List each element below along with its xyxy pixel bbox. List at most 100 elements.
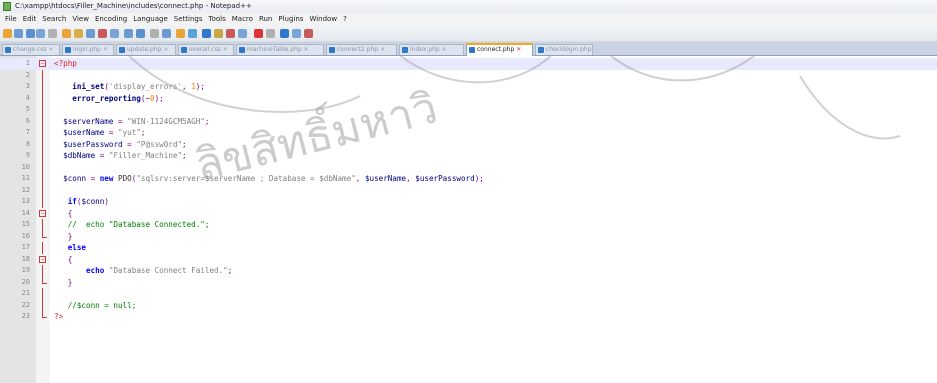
redo-icon[interactable] bbox=[136, 29, 145, 38]
close-icon[interactable] bbox=[48, 29, 57, 38]
file-icon bbox=[181, 47, 187, 53]
code-token: $userPassword bbox=[63, 139, 123, 149]
code-line[interactable]: 16 } bbox=[0, 230, 937, 243]
tab-login-php[interactable]: login.php ✕ bbox=[62, 44, 114, 55]
paste-icon[interactable] bbox=[110, 29, 119, 38]
menu-plugins[interactable]: Plugins bbox=[275, 13, 306, 26]
cut-icon[interactable] bbox=[86, 29, 95, 38]
save-icon[interactable] bbox=[26, 29, 35, 38]
tab-update-php[interactable]: update.php ✕ bbox=[116, 44, 176, 55]
open-file-icon[interactable] bbox=[14, 29, 23, 38]
code-text: { bbox=[54, 254, 73, 266]
close-all-icon[interactable] bbox=[62, 29, 71, 38]
line-number: 5 bbox=[25, 105, 30, 113]
code-line[interactable]: 10 bbox=[0, 161, 937, 173]
menu-macro[interactable]: Macro bbox=[229, 13, 256, 26]
code-token: { bbox=[67, 208, 73, 218]
all-chars-icon[interactable] bbox=[238, 29, 247, 38]
tab-connect-php[interactable]: connect.php ✕ bbox=[466, 43, 533, 56]
tab-machinetable-php[interactable]: machineTable.php ✕ bbox=[236, 44, 324, 55]
fold-line-marker bbox=[42, 127, 43, 139]
fold-line-marker bbox=[42, 265, 43, 277]
line-number: 9 bbox=[25, 151, 30, 159]
print-icon[interactable] bbox=[74, 29, 83, 38]
lang-icon[interactable] bbox=[266, 29, 275, 38]
line-number: 8 bbox=[25, 139, 30, 148]
save-all-icon[interactable] bbox=[36, 29, 45, 38]
fold-line-marker bbox=[42, 299, 43, 311]
menu-view[interactable]: View bbox=[69, 13, 92, 26]
code-line[interactable]: 18 − { bbox=[0, 254, 937, 266]
tab-overall-css[interactable]: overall.css ✕ bbox=[178, 44, 234, 55]
close-icon[interactable]: ✕ bbox=[380, 45, 385, 55]
menu-run[interactable]: Run bbox=[256, 13, 275, 26]
code-line[interactable]: 13 if($conn) bbox=[0, 196, 937, 208]
code-line[interactable]: 14 − { bbox=[0, 208, 937, 220]
replace-icon[interactable] bbox=[162, 29, 171, 38]
close-icon[interactable]: ✕ bbox=[442, 45, 447, 55]
tab-connect2-php[interactable]: connect2.php ✕ bbox=[326, 44, 397, 55]
code-line[interactable]: 11 $conn = new PDO("sqlsrv:server=$serve… bbox=[0, 173, 937, 185]
line-number: 15 bbox=[21, 220, 30, 228]
menu-settings[interactable]: Settings bbox=[171, 13, 206, 26]
code-line[interactable]: 22 //$conn = null; bbox=[0, 299, 937, 311]
code-line[interactable]: 2 bbox=[0, 69, 937, 81]
wrap-icon[interactable] bbox=[226, 29, 235, 38]
close-icon[interactable]: ✕ bbox=[516, 45, 521, 55]
menu-encoding[interactable]: Encoding bbox=[92, 13, 130, 26]
code-line[interactable]: 1 − <?php bbox=[0, 58, 937, 70]
close-icon[interactable]: ✕ bbox=[49, 45, 54, 55]
code-token: { bbox=[67, 254, 73, 264]
close-icon[interactable]: ✕ bbox=[304, 45, 309, 55]
new-file-icon[interactable] bbox=[3, 29, 12, 38]
code-line[interactable]: 15 // echo "Database Connected."; bbox=[0, 219, 937, 231]
macro-play-icon[interactable] bbox=[304, 29, 313, 38]
line-number: 4 bbox=[25, 93, 30, 102]
undo-icon[interactable] bbox=[124, 29, 133, 38]
code-line[interactable]: 23 ?> bbox=[0, 311, 937, 323]
code-line[interactable]: 19 echo "Database Connect Failed."; bbox=[0, 265, 937, 277]
close-icon[interactable]: ✕ bbox=[163, 45, 168, 55]
menu-help[interactable]: ? bbox=[340, 13, 350, 26]
find-icon[interactable] bbox=[150, 29, 159, 38]
menu-window[interactable]: Window bbox=[306, 13, 340, 26]
code-line[interactable]: 8 $userPassword = "P@ssw0rd"; bbox=[0, 138, 937, 150]
fold-toggle-icon[interactable]: − bbox=[39, 255, 46, 263]
code-editor[interactable]: 1− <?php 2 3 ini_set('display_errors', 1); 4… bbox=[0, 56, 937, 383]
code-line[interactable]: 20 } bbox=[0, 276, 937, 289]
code-line[interactable]: 6 $serverName = "WIN-1124GCM5AGH"; bbox=[0, 115, 937, 127]
zoom-out-icon[interactable] bbox=[188, 29, 197, 38]
close-icon[interactable]: ✕ bbox=[103, 45, 108, 55]
sync-v-icon[interactable] bbox=[202, 29, 211, 38]
indent-guide-icon[interactable] bbox=[254, 29, 263, 38]
tab-index-php[interactable]: index.php ✕ bbox=[399, 44, 464, 55]
macro-record-icon[interactable] bbox=[280, 29, 289, 38]
menu-language[interactable]: Language bbox=[130, 13, 171, 26]
fold-toggle-icon[interactable]: − bbox=[39, 209, 46, 217]
menu-search[interactable]: Search bbox=[39, 13, 69, 26]
code-line[interactable]: 12 bbox=[0, 184, 937, 196]
fold-toggle-icon[interactable]: − bbox=[39, 60, 46, 67]
copy-icon[interactable] bbox=[98, 29, 107, 38]
code-line[interactable]: 9 $dbName = "Filler_Machine"; bbox=[0, 150, 937, 162]
menu-tools[interactable]: Tools bbox=[206, 13, 229, 26]
macro-stop-icon[interactable] bbox=[292, 29, 301, 38]
menu-file[interactable]: File bbox=[0, 13, 20, 26]
code-line[interactable]: 4 error_reporting(~0); bbox=[0, 92, 937, 104]
sync-h-icon[interactable] bbox=[214, 29, 223, 38]
close-icon[interactable]: ✕ bbox=[223, 45, 228, 55]
code-token: ); bbox=[195, 82, 205, 91]
code-line[interactable]: 3 ini_set('display_errors', 1); bbox=[0, 81, 937, 93]
zoom-in-icon[interactable] bbox=[176, 29, 185, 38]
menu-edit[interactable]: Edit bbox=[20, 13, 40, 26]
code-line[interactable]: 7 $userName = "yut"; bbox=[0, 127, 937, 139]
code-line[interactable]: 17 else bbox=[0, 242, 937, 254]
tab-change-css[interactable]: change.css ✕ bbox=[2, 44, 60, 55]
tab-checklogin-php[interactable]: checklogin.php✕ bbox=[535, 44, 593, 55]
code-line[interactable]: 5 bbox=[0, 104, 937, 116]
code-token: echo bbox=[86, 266, 105, 275]
code-token: //$conn = null; bbox=[67, 300, 137, 310]
code-token: (~ bbox=[140, 93, 151, 103]
code-line[interactable]: 21 bbox=[0, 288, 937, 300]
